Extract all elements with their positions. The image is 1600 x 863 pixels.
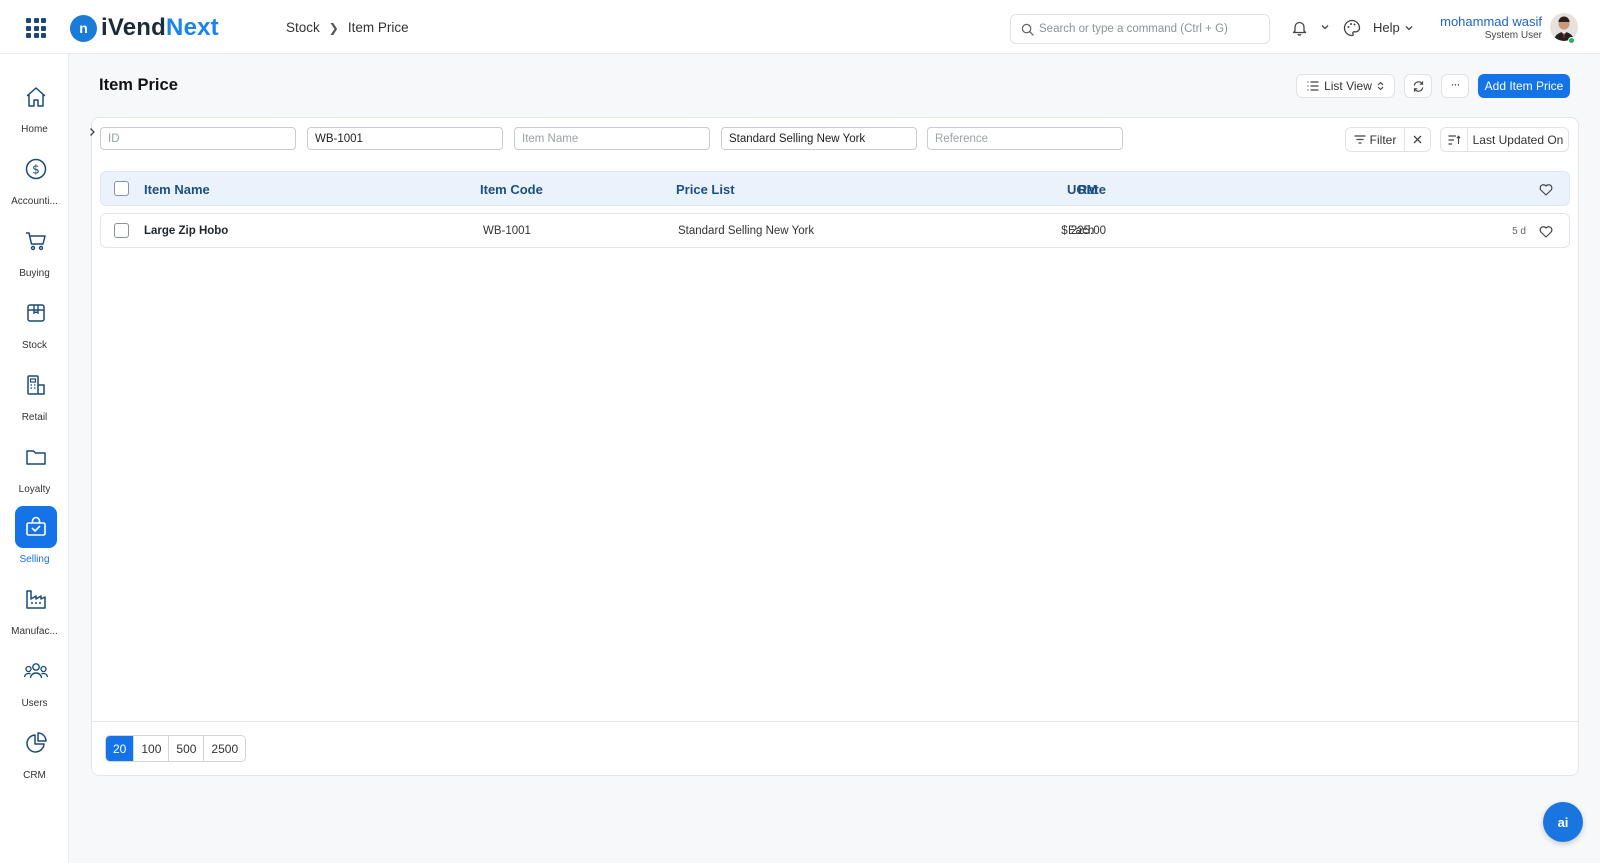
help-menu[interactable]: Help [1373,20,1414,35]
price-list-filter-input[interactable] [721,127,917,150]
notification-bell-icon[interactable] [1292,20,1307,36]
cell-uom: Each [1068,225,1095,237]
breadcrumb: Stock ❯ Item Price [286,20,409,35]
page-size-2500-button[interactable]: 2500 [204,736,246,761]
breadcrumb-item-price[interactable]: Item Price [348,20,409,35]
online-status-dot [1568,37,1575,44]
sidebar-item-home[interactable]: Home [0,68,69,136]
chevron-right-icon [89,128,95,136]
search-input[interactable] [1039,23,1259,35]
dollar-icon: $ [15,148,57,190]
folder-icon [15,436,57,478]
reference-filter-input[interactable] [927,127,1123,150]
sidebar-item-accounting[interactable]: $ Accounti... [0,140,69,208]
filter-icon [1354,135,1366,144]
user-menu[interactable]: mohammad wasif System User [1440,14,1542,41]
breadcrumb-stock[interactable]: Stock [286,20,320,35]
sidebar-item-manufacturing[interactable]: Manufac... [0,570,69,638]
column-header-item-name[interactable]: Item Name [144,182,210,197]
home-icon [15,76,57,118]
page-size-100-button[interactable]: 100 [134,736,170,761]
cart-icon [15,220,57,262]
ai-assistant-button[interactable]: ai [1543,802,1583,842]
sort-by-button[interactable]: Last Updated On [1467,127,1569,152]
column-header-item-code[interactable]: Item Code [480,182,543,197]
clear-filters-button[interactable] [1404,127,1431,152]
app-grid-icon[interactable] [26,18,46,38]
ai-icon: ai [1557,814,1569,830]
global-search[interactable] [1010,14,1270,44]
sort-direction-button[interactable] [1440,127,1468,152]
sidebar-item-crm[interactable]: CRM [0,714,69,782]
modified-time: 5 d [1512,226,1526,237]
brand-name: iVendNext [101,14,219,41]
filter-button[interactable]: Filter [1345,127,1405,152]
sidebar-item-loyalty[interactable]: Loyalty [0,428,69,496]
card-divider [92,721,1578,722]
cell-item-name[interactable]: Large Zip Hobo [144,225,228,237]
heart-icon[interactable] [1539,225,1553,238]
cell-item-code: WB-1001 [483,225,531,237]
chevron-down-icon [1405,25,1413,30]
id-filter-input[interactable] [100,127,296,150]
select-all-checkbox[interactable] [114,181,129,196]
user-name: mohammad wasif [1440,14,1542,29]
add-item-price-button[interactable]: Add Item Price [1478,74,1570,98]
item-code-filter-input[interactable] [307,127,503,150]
pos-icon [15,364,57,406]
factory-icon [15,578,57,620]
svg-text:$: $ [32,163,40,177]
sidebar-item-buying[interactable]: Buying [0,212,69,280]
close-icon [1413,135,1422,144]
row-checkbox[interactable] [114,223,129,238]
item-name-filter-input[interactable] [514,127,710,150]
users-icon [15,650,57,692]
ellipsis-icon: ··· [1450,77,1461,91]
pie-chart-icon [15,722,57,764]
column-header-price-list[interactable]: Price List [676,182,735,197]
sidebar-item-users[interactable]: Users [0,642,69,710]
search-icon [1021,23,1034,36]
chevron-right-icon: ❯ [328,20,339,35]
cell-price-list: Standard Selling New York [678,225,815,237]
sidebar-item-retail[interactable]: Retail [0,356,69,424]
sidebar-item-stock[interactable]: Stock [0,284,69,352]
user-role: System User [1484,30,1542,41]
list-icon [1307,81,1319,91]
avatar[interactable] [1550,13,1578,41]
box-icon [15,292,57,334]
logo-mark-icon: n [70,14,97,42]
page-size-selector: 20 100 500 2500 [105,735,247,762]
table-row[interactable]: Large Zip Hobo WB-1001 Standard Selling … [100,213,1570,248]
sidebar-toggle[interactable] [85,122,99,142]
page-size-20-button[interactable]: 20 [106,736,135,761]
sidebar-item-selling[interactable]: Selling [0,498,69,566]
sort-descending-icon [1448,134,1461,145]
chevron-down-icon[interactable] [1320,22,1330,32]
page-size-500-button[interactable]: 500 [169,736,205,761]
sort-arrows-icon [1377,81,1384,91]
top-bar: n iVendNext Stock ❯ Item Price Help moha… [0,0,1600,54]
palette-icon[interactable] [1343,19,1361,37]
refresh-button[interactable] [1404,74,1432,98]
heart-icon[interactable] [1539,183,1553,196]
user-avatar-icon [1554,16,1574,41]
shopping-bag-icon [15,506,57,548]
column-header-uom[interactable]: UOM [1067,182,1097,197]
sidebar: Home $ Accounti... Buying Stock Retail L… [0,54,69,863]
more-actions-button[interactable]: ··· [1441,74,1469,98]
list-view-button[interactable]: List View [1296,74,1395,98]
page-title: Item Price [99,76,178,94]
table-header: Item Name Item Code Price List Rate UOM [100,171,1570,206]
refresh-icon [1413,80,1423,92]
brand-logo[interactable]: n iVendNext [70,13,219,43]
